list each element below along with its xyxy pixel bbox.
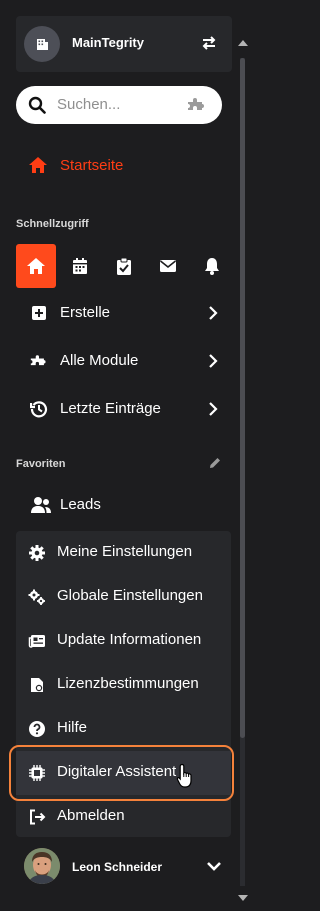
building-icon [24, 26, 60, 62]
gears-icon [28, 589, 45, 605]
organization-name: MainTegrity [72, 35, 144, 50]
clipboard-check-icon [117, 257, 131, 275]
newspaper-icon [28, 635, 45, 648]
quick-home-button[interactable] [16, 244, 56, 288]
menu-item-update-info[interactable]: Update Informationen [16, 619, 231, 663]
menu-item-label: Lizenzbestimmungen [57, 675, 199, 692]
users-icon [31, 497, 51, 513]
section-title-favorites: Favoriten [16, 458, 66, 470]
swap-icon[interactable] [200, 34, 218, 52]
chevron-right-icon [209, 402, 218, 416]
favorite-item-leads[interactable]: Leads [16, 483, 232, 527]
calendar-icon [73, 258, 87, 274]
menu-item-label: Globale Einstellungen [57, 587, 203, 604]
search-placeholder: Suchen... [57, 96, 121, 113]
nav-item-all-modules[interactable]: Alle Module [16, 339, 232, 383]
quick-access-bar [16, 244, 232, 288]
section-title-quick-access: Schnellzugriff [16, 218, 89, 230]
mail-icon [160, 260, 176, 272]
highlight-outline [9, 745, 234, 801]
nav-item-create[interactable]: Erstelle [16, 291, 232, 335]
chevron-right-icon [209, 354, 218, 368]
avatar [24, 848, 60, 884]
puzzle-icon [30, 355, 46, 366]
quick-calendar-button[interactable] [60, 244, 100, 288]
bell-icon [205, 258, 219, 275]
home-icon [27, 258, 45, 274]
menu-item-license[interactable]: Lizenzbestimmungen [16, 663, 231, 707]
nav-link-startseite[interactable]: Startseite [60, 157, 123, 174]
scrollbar[interactable] [240, 58, 245, 886]
gear-icon [29, 545, 45, 561]
nav-item-label: Erstelle [60, 304, 111, 321]
scroll-down-arrow[interactable] [238, 895, 248, 901]
nav-item-label: Letzte Einträge [60, 400, 161, 417]
quick-notifications-button[interactable] [192, 244, 232, 288]
user-name: Leon Schneider [72, 860, 163, 874]
help-icon [29, 721, 45, 737]
license-icon [31, 678, 43, 692]
search-icon [28, 96, 46, 114]
nav-item-recent[interactable]: Letzte Einträge [16, 387, 232, 431]
menu-item-global-settings[interactable]: Globale Einstellungen [16, 575, 231, 619]
pencil-icon[interactable] [208, 456, 222, 470]
search-field[interactable]: Suchen... [16, 86, 222, 124]
menu-item-label: Update Informationen [57, 631, 202, 648]
history-icon [30, 401, 48, 418]
logout-icon [30, 809, 46, 825]
scroll-up-arrow[interactable] [238, 40, 248, 46]
chevron-right-icon [209, 306, 218, 320]
quick-tasks-button[interactable] [104, 244, 144, 288]
menu-item-logout[interactable]: Abmelden [16, 795, 231, 839]
user-profile-bar[interactable]: Leon Schneider [16, 843, 232, 891]
chevron-down-icon[interactable] [206, 860, 222, 872]
quick-mail-button[interactable] [148, 244, 188, 288]
favorite-item-label: Leads [60, 496, 101, 513]
nav-item-label: Alle Module [60, 352, 139, 369]
organization-switcher[interactable]: MainTegrity [16, 16, 232, 72]
puzzle-icon[interactable] [186, 96, 208, 114]
plus-square-icon [32, 306, 46, 320]
menu-item-label: Abmelden [57, 807, 125, 824]
menu-item-label: Hilfe [57, 719, 88, 736]
menu-item-my-settings[interactable]: Meine Einstellungen [16, 531, 231, 575]
scrollbar-thumb[interactable] [240, 58, 245, 738]
home-icon[interactable] [28, 156, 48, 174]
menu-item-label: Meine Einstellungen [57, 543, 193, 560]
